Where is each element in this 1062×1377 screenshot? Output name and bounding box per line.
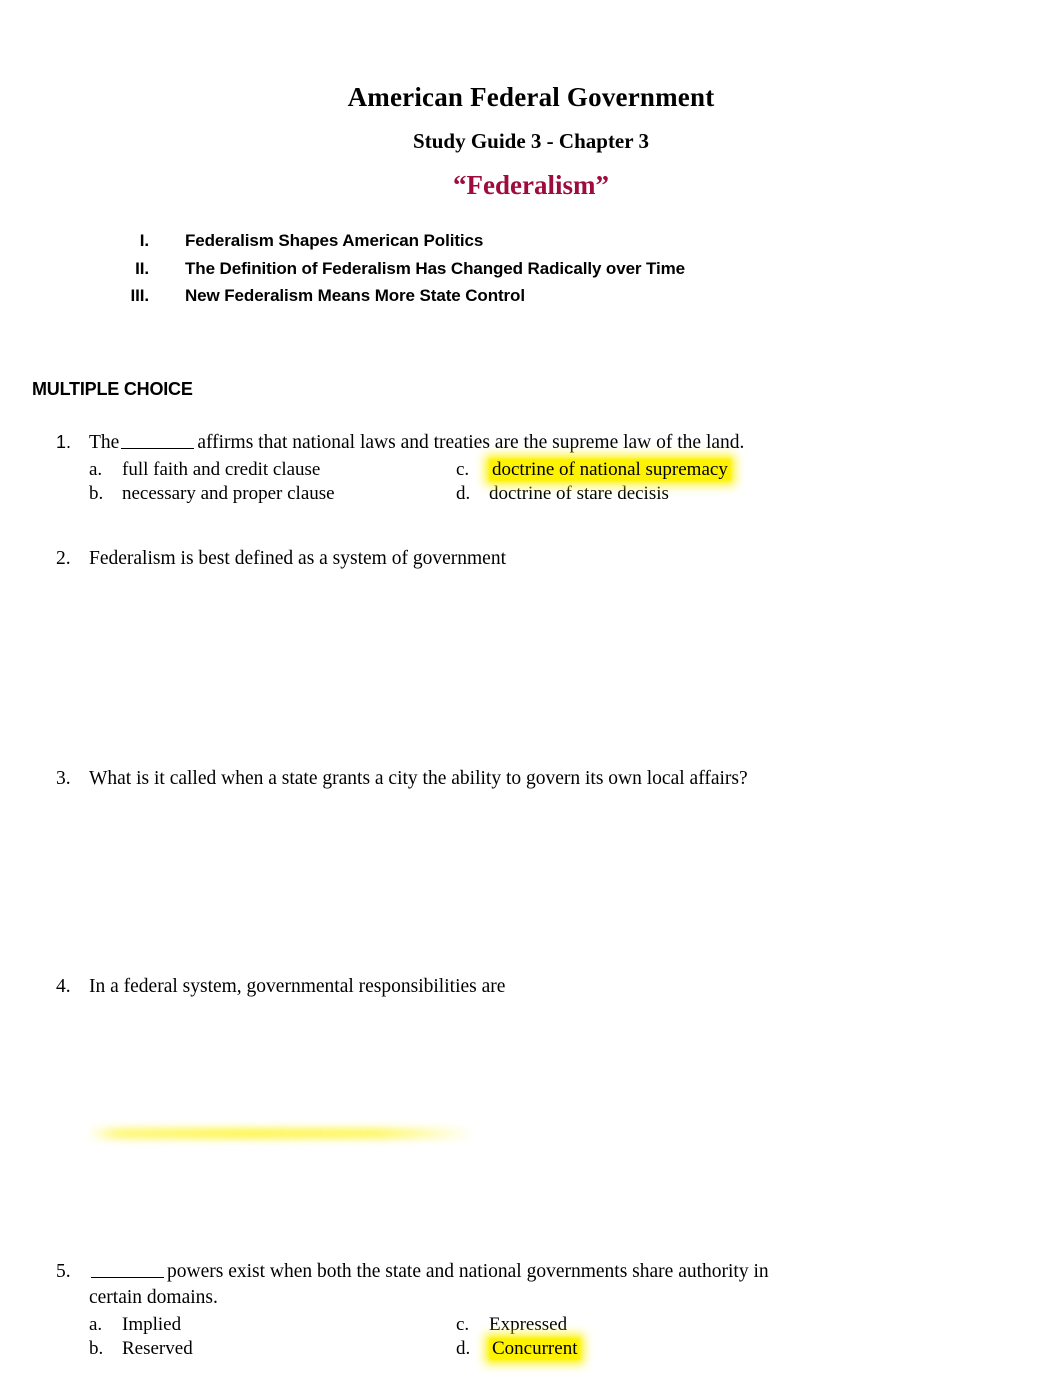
answer-option-d[interactable]: d. doctrine of stare decisis [456,482,669,506]
document-title-block: American Federal Government Study Guide … [0,82,1062,201]
page-title: American Federal Government [347,82,715,112]
question-item: 2. Federalism is best defined as a syste… [56,546,1016,572]
answer-option-b[interactable]: b. Reserved [89,1337,456,1361]
answer-options: a. full faith and credit clause c. doctr… [89,458,1016,506]
answer-option-b[interactable]: b. necessary and proper clause [89,482,456,506]
section-heading-multiple-choice: MULTIPLE CHOICE [32,379,193,399]
question-stem: In a federal system, governmental respon… [89,976,506,997]
question-item: 4. In a federal system, governmental res… [56,974,1016,1000]
option-label: doctrine of stare decisis [489,483,669,505]
question-number: 2. [56,548,71,569]
question-number: 5. [56,1261,71,1282]
question-number: 1. [56,432,72,452]
outline-item: II. The Definition of Federalism Has Cha… [103,255,923,283]
option-letter: a. [89,459,103,481]
outline-item-numeral: II. [135,258,149,278]
question-stem: The affirms that national laws and treati… [89,430,744,456]
option-label: Implied [122,1314,182,1336]
question-stem-row: 1. The affirms that national laws and tre… [56,430,1016,456]
option-label: necessary and proper clause [122,483,335,505]
option-label: full faith and credit clause [122,459,321,481]
answer-option-c[interactable]: c. doctrine of national supremacy [456,458,731,482]
option-label-highlighted: Concurrent [489,1337,580,1361]
question-stem: What is it called when a state grants a … [89,768,748,789]
answer-blank-line [91,1262,164,1278]
question-stem: Federalism is best defined as a system o… [89,548,506,569]
question-stem-row: 5. powers exist when both the state and … [56,1259,1016,1311]
option-label: Reserved [122,1338,193,1360]
highlighter-streak-artifact [88,1128,474,1139]
question-number: 4. [56,976,71,997]
question-stem-suffix: affirms that national laws and treaties … [197,432,745,453]
question-item: 1. The affirms that national laws and tre… [56,430,1016,506]
answer-blank-line [121,433,195,449]
chapter-outline-list: I. Federalism Shapes American Politics I… [103,227,923,310]
option-row: b. necessary and proper clause d. doctri… [89,482,1016,506]
question-item: 5. powers exist when both the state and … [56,1259,1016,1361]
option-letter: c. [456,1314,470,1336]
answer-option-a[interactable]: a. Implied [89,1313,456,1337]
answer-option-a[interactable]: a. full faith and credit clause [89,458,456,482]
answer-options: a. Implied c. Expressed b. Reserved d. C… [89,1313,1016,1361]
question-item: 3. What is it called when a state grants… [56,766,1016,792]
document-theme-title: “Federalism” [453,170,609,201]
outline-item-label: Federalism Shapes American Politics [185,231,484,250]
option-row: b. Reserved d. Concurrent [89,1337,1016,1361]
option-label: Expressed [489,1314,568,1336]
question-stem-row: 4. In a federal system, governmental res… [56,974,1016,1000]
question-stem-suffix: powers exist when both the state and nat… [89,1261,769,1309]
option-letter: a. [89,1314,103,1336]
option-label-highlighted: doctrine of national supremacy [489,458,731,482]
question-stem-row: 2. Federalism is best defined as a syste… [56,546,1016,572]
document-subtitle: Study Guide 3 - Chapter 3 [413,129,649,154]
option-row: a. full faith and credit clause c. doctr… [89,458,1016,482]
outline-item-label: New Federalism Means More State Control [185,286,525,306]
outline-item-label: The Definition of Federalism Has Changed… [185,258,686,278]
outline-item-numeral: I. [139,231,149,250]
outline-item: I. Federalism Shapes American Politics [103,227,923,255]
question-stem-prefix: The [89,432,120,453]
option-letter: b. [89,483,104,505]
question-stem-row: 3. What is it called when a state grants… [56,766,1016,792]
option-letter: b. [89,1338,104,1360]
outline-item-numeral: III. [130,286,150,306]
question-stem: powers exist when both the state and nat… [89,1259,779,1311]
outline-item: III. New Federalism Means More State Con… [103,282,923,310]
document-page: American Federal Government Study Guide … [0,0,1062,1377]
question-number: 3. [56,768,71,789]
option-letter: d. [456,483,471,505]
answer-option-d[interactable]: d. Concurrent [456,1337,580,1361]
